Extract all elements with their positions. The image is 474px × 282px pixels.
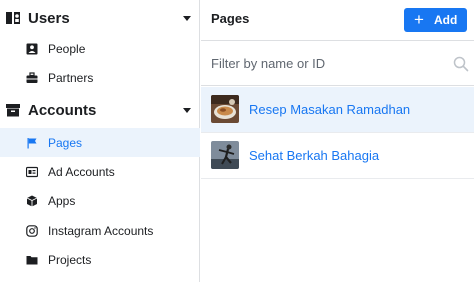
sidebar-item-label: Pages [48,135,83,150]
filter-input[interactable] [201,42,446,85]
sidebar-item-label: Instagram Accounts [48,223,154,238]
sidebar-item-label: Partners [48,70,94,85]
add-page-button[interactable]: + Add [404,8,467,32]
page-name[interactable]: Resep Masakan Ramadhan [249,102,410,117]
instagram-icon [26,224,38,237]
sidebar-item-partners[interactable]: Partners [0,63,200,92]
chevron-down-icon[interactable] [183,107,191,113]
sidebar-item-apps[interactable]: Apps [0,186,200,215]
page-thumbnail [211,95,239,123]
sidebar-item-ad-accounts[interactable]: Ad Accounts [0,157,200,186]
sidebar-item-label: Apps [48,193,76,208]
filter-bar [201,42,474,86]
person-icon [26,43,38,55]
sidebar-item-pages[interactable]: Pages [0,128,200,157]
panel-header: Pages + Add [201,0,474,41]
folder-icon [26,254,38,266]
page-name[interactable]: Sehat Berkah Bahagia [249,148,379,163]
plus-icon: + [414,10,424,29]
briefcase-icon [26,71,38,84]
divider [201,178,474,179]
accounts-section-title: Accounts [28,101,97,119]
users-section-header[interactable]: Users [0,1,200,35]
page-list-item[interactable]: Resep Masakan Ramadhan [201,87,474,132]
sidebar-item-projects[interactable]: Projects [0,245,200,274]
sidebar-item-instagram-accounts[interactable]: Instagram Accounts [0,216,200,245]
users-section-title: Users [28,9,70,27]
accounts-icon [4,101,22,119]
ad-accounts-icon [26,166,38,178]
pages-panel: Pages + Add Resep Masakan Ramadhan [201,0,474,282]
users-icon [4,9,22,27]
sidebar-item-label: Ad Accounts [48,164,115,179]
sidebar: Users People Partners Accounts Pages Ad … [0,0,200,282]
page-thumbnail [211,141,239,169]
flag-icon [26,137,38,149]
page-list-item[interactable]: Sehat Berkah Bahagia [201,133,474,178]
chevron-down-icon[interactable] [183,15,191,21]
page-title: Pages [211,11,250,26]
sidebar-item-label: Projects [48,252,92,267]
add-button-label: Add [434,13,458,27]
cube-icon [26,195,38,207]
sidebar-item-label: People [48,41,86,56]
sidebar-item-people[interactable]: People [0,34,200,63]
search-icon[interactable] [453,56,469,72]
accounts-section-header[interactable]: Accounts [0,93,200,127]
